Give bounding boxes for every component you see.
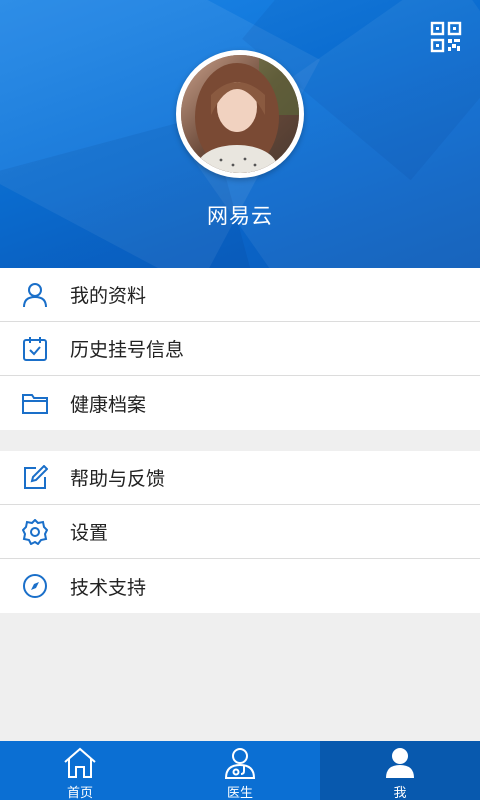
tab-label: 首页	[66, 786, 93, 800]
menu-item-label: 健康档案	[70, 393, 147, 416]
menu-item-label: 设置	[70, 522, 109, 544]
menu-item-label: 帮助与反馈	[70, 468, 166, 490]
menu-item-my-profile[interactable]: 我的资料	[0, 268, 480, 322]
tab-doctor[interactable]: 医生	[160, 741, 320, 800]
menu-item-label: 技术支持	[70, 576, 147, 599]
menu-item-label: 我的资料	[70, 285, 147, 307]
avatar[interactable]	[176, 50, 304, 178]
menu-item-tech-support[interactable]: 技术支持	[0, 559, 480, 613]
menu-item-registration-history[interactable]: 历史挂号信息	[0, 322, 480, 376]
folder-icon	[22, 390, 48, 416]
qr-code-icon[interactable]	[430, 21, 462, 53]
me-icon	[383, 747, 417, 779]
user-icon	[22, 282, 48, 308]
gear-icon	[21, 518, 49, 546]
tab-home[interactable]: 首页	[0, 741, 160, 800]
bottom-tab-bar: 首页 医生 我	[0, 741, 480, 800]
edit-icon	[22, 464, 49, 491]
profile-header: 网易云	[0, 0, 480, 268]
calendar-check-icon	[22, 336, 48, 362]
username: 网易云	[207, 204, 273, 228]
tab-label: 医生	[226, 786, 253, 800]
home-icon	[63, 747, 97, 779]
doctor-icon	[223, 747, 257, 779]
menu-item-help-feedback[interactable]: 帮助与反馈	[0, 451, 480, 505]
menu-group-account: 我的资料 历史挂号信息 健康档案	[0, 268, 480, 430]
menu-item-label: 历史挂号信息	[70, 339, 185, 361]
compass-icon	[22, 573, 48, 599]
menu-group-support: 帮助与反馈 设置 技术支持	[0, 451, 480, 613]
menu-item-settings[interactable]: 设置	[0, 505, 480, 559]
tab-me[interactable]: 我	[320, 741, 480, 800]
menu-item-health-records[interactable]: 健康档案	[0, 376, 480, 430]
avatar-photo	[181, 55, 299, 173]
tab-label: 我	[393, 786, 407, 800]
